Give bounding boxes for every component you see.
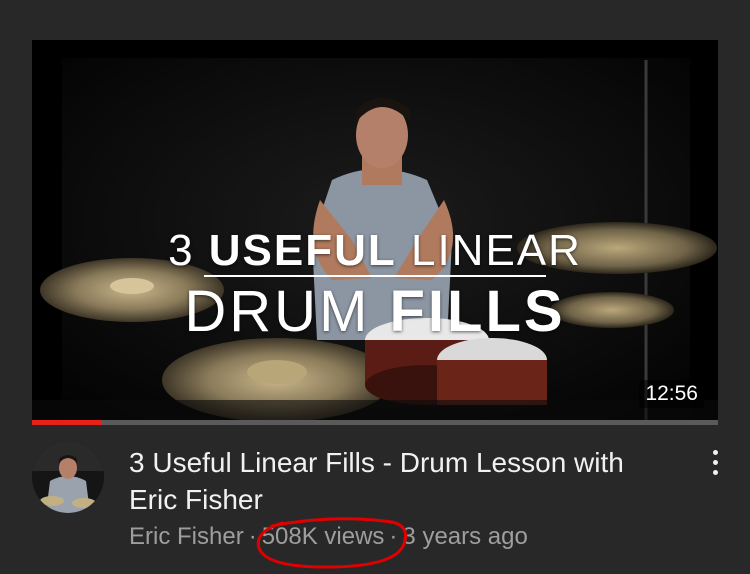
view-count: 508K views [261,523,385,550]
separator-dot: · [248,523,257,550]
avatar-icon [32,441,104,513]
channel-name[interactable]: Eric Fisher [129,521,244,553]
thumbnail-title-line1: 3 USEFUL LINEAR [168,226,582,275]
thumbnail-title-divider [204,275,546,277]
watch-progress-bar [32,420,718,425]
video-card: 3 USEFUL LINEAR DRUM FILLS 12:56 3 Usefu… [0,0,750,574]
video-thumbnail[interactable]: 3 USEFUL LINEAR DRUM FILLS 12:56 [32,40,718,420]
channel-avatar[interactable] [32,441,104,513]
more-vert-icon[interactable] [703,448,729,478]
thumbnail-title-line2: DRUM FILLS [184,279,566,344]
video-metadata: Eric Fisher · 508K views · 3 years ago [129,521,528,553]
video-title[interactable]: 3 Useful Linear Fills - Drum Lesson with… [129,444,669,518]
separator-dot: · [389,523,398,550]
more-dot [713,460,718,465]
more-dot [713,450,718,455]
watch-progress-fill [32,420,101,425]
upload-age: 3 years ago [402,523,528,550]
duration-badge: 12:56 [639,380,704,408]
more-dot [713,470,718,475]
